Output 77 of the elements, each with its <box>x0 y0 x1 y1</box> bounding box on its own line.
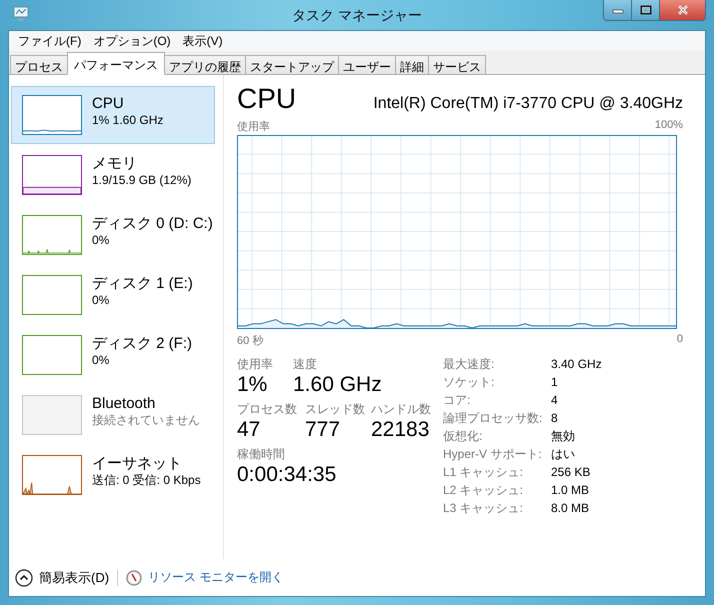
device-name: ディスク 2 (F:) <box>92 335 192 353</box>
processor-name: Intel(R) Core(TM) i7-3770 CPU @ 3.40GHz <box>373 95 683 113</box>
tab[interactable]: スタートアップ <box>245 55 339 75</box>
section-title: CPU <box>237 83 296 115</box>
spec-label: L3 キャッシュ: <box>443 500 524 516</box>
device-name: メモリ <box>92 155 137 173</box>
device-status: 1% 1.60 GHz <box>92 113 164 128</box>
stat-label: ハンドル数 <box>371 401 431 418</box>
device-status: 0% <box>92 353 110 368</box>
sidebar-item[interactable]: イーサネット 送信: 0 受信: 0 Kbps <box>11 446 215 504</box>
resource-monitor-link[interactable]: リソース モニターを開く <box>148 569 284 586</box>
sidebar-item[interactable]: ディスク 0 (D: C:) 0% <box>11 206 215 264</box>
stat-label: 稼働時間 <box>237 446 285 463</box>
spec-label: 仮想化: <box>443 428 484 444</box>
spec-value: 4 <box>551 392 559 408</box>
spec-label: 論理プロセッサ数: <box>443 410 544 426</box>
axis-label: 100% <box>654 119 683 133</box>
close-button[interactable] <box>660 0 705 20</box>
device-status: 1.9/15.9 GB (12%) <box>92 173 192 188</box>
sidebar-item[interactable]: CPU 1% 1.60 GHz <box>11 86 215 144</box>
axis-label: 使用率 <box>237 120 270 134</box>
spec-value: 無効 <box>551 428 576 444</box>
gauge-icon <box>126 570 142 586</box>
stat-label: スレッド数 <box>305 401 365 418</box>
device-name: ディスク 0 (D: C:) <box>92 215 213 233</box>
menu-item[interactable]: オプション(O) <box>87 32 177 50</box>
sidebar-item[interactable]: ディスク 2 (F:) 0% <box>11 326 215 384</box>
stat-value: 0:00:34:35 <box>237 463 336 487</box>
stat-label: 使用率 <box>237 356 273 373</box>
device-name: イーサネット <box>92 455 182 473</box>
stat-value: 22183 <box>371 418 430 442</box>
spec-value: 256 KB <box>551 464 592 480</box>
sidebar-item[interactable]: ディスク 1 (E:) 0% <box>11 266 215 324</box>
axis-label: 0 <box>676 333 683 347</box>
device-name: Bluetooth <box>92 395 156 413</box>
device-status: 0% <box>92 233 110 248</box>
spec-value: 1 <box>551 374 559 390</box>
spec-value: 8 <box>551 410 559 426</box>
device-name: ディスク 1 (E:) <box>92 275 193 293</box>
spec-value: 3.40 GHz <box>551 356 602 372</box>
tab[interactable]: ユーザー <box>338 55 396 75</box>
close-icon <box>676 5 690 15</box>
stat-value: 1% <box>237 373 268 397</box>
spec-label: Hyper-V サポート: <box>443 446 543 462</box>
device-status: 送信: 0 受信: 0 Kbps <box>92 473 201 488</box>
window-title: タスク マネージャー <box>292 7 422 25</box>
fewer-details-button[interactable]: 簡易表示(D) <box>15 568 110 586</box>
stat-value: 47 <box>237 418 260 442</box>
tab[interactable]: サービス <box>428 55 486 75</box>
stat-value: 1.60 GHz <box>293 373 382 397</box>
spec-label: コア: <box>443 392 472 408</box>
tab[interactable]: アプリの履歴 <box>164 55 246 75</box>
stat-label: 速度 <box>293 356 317 373</box>
stat-label: プロセス数 <box>237 401 297 418</box>
spec-value: 8.0 MB <box>551 500 590 516</box>
device-name: CPU <box>92 95 124 113</box>
spec-label: ソケット: <box>443 374 496 390</box>
spec-label: L2 キャッシュ: <box>443 482 524 498</box>
tab[interactable]: 詳細 <box>395 55 429 75</box>
device-status: 0% <box>92 293 110 308</box>
minimize-button[interactable] <box>604 0 632 20</box>
menu-item[interactable]: 表示(V) <box>176 32 229 50</box>
tab[interactable]: パフォーマンス <box>67 52 165 75</box>
chevron-up-icon <box>15 568 33 586</box>
tab[interactable]: プロセス <box>10 55 68 75</box>
stat-value: 777 <box>305 418 340 442</box>
axis-label: 60 秒 <box>237 334 264 348</box>
maximize-icon <box>638 5 652 15</box>
device-status: 接続されていません <box>92 413 200 428</box>
maximize-button[interactable] <box>632 0 660 20</box>
sidebar-item[interactable]: メモリ 1.9/15.9 GB (12%) <box>11 146 215 204</box>
spec-label: L1 キャッシュ: <box>443 464 524 480</box>
spec-label: 最大速度: <box>443 356 496 372</box>
app-icon <box>12 6 30 22</box>
menu-item[interactable]: ファイル(F) <box>12 32 88 50</box>
spec-value: はい <box>551 446 576 462</box>
spec-value: 1.0 MB <box>551 482 590 498</box>
